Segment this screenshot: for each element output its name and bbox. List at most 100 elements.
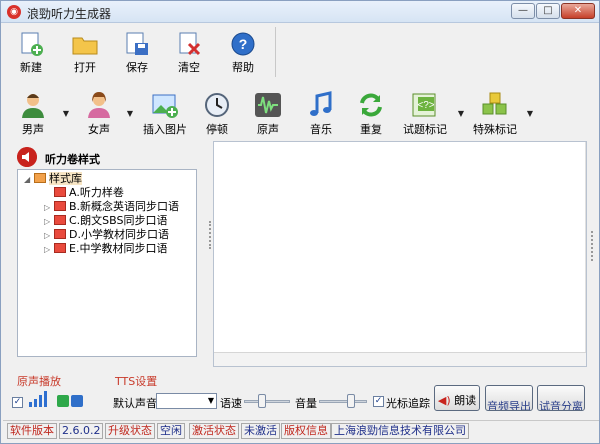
insert-image-button[interactable]: 插入图片 [143, 89, 187, 137]
new-button[interactable]: 新建 [7, 27, 55, 79]
help-icon: ? [231, 32, 255, 56]
repeat-button[interactable]: 重复 [355, 89, 387, 137]
new-label: 新建 [20, 61, 42, 74]
book-icon [54, 187, 66, 197]
book-icon [54, 243, 66, 253]
play-icon[interactable] [57, 395, 69, 407]
male-voice-button[interactable]: 男声 [15, 89, 51, 137]
special-mark-button[interactable]: 特殊标记 [473, 89, 517, 137]
version-label: 软件版本 [7, 423, 57, 439]
app-logo-icon: ◉ [7, 5, 21, 19]
volume-slider-thumb[interactable] [347, 394, 355, 408]
expand-arrow-icon[interactable]: ▷ [44, 229, 52, 243]
cubes-icon [482, 92, 507, 115]
music-note-icon [310, 91, 332, 116]
male-user-icon [22, 94, 44, 118]
original-play-label: 原声播放 [17, 375, 61, 388]
right-splitter-grip[interactable] [591, 231, 593, 261]
style-tree[interactable]: ◢ 样式库 A.听力样卷 ▷ B.新概念英语同步口语 ▷ C.朗文SBS同步口语 ▷ D… [17, 169, 197, 357]
collapse-arrow-icon[interactable]: ◢ [24, 173, 32, 187]
speed-label: 语速 [220, 397, 242, 410]
stop-icon[interactable] [71, 395, 83, 407]
folder-open-icon [72, 37, 98, 55]
female-voice-button[interactable]: 女声 [81, 89, 117, 137]
question-tag-icon: <?> [412, 93, 436, 117]
export-audio-button[interactable]: 音频导出 [485, 385, 533, 411]
male-voice-label: 男声 [22, 123, 44, 136]
expand-arrow-icon[interactable]: ▷ [44, 243, 52, 257]
upgrade-status-label: 升级状态 [105, 423, 155, 439]
cursor-track-label: 光标追踪 [386, 397, 430, 410]
volume-bars-icon [29, 391, 49, 407]
default-voice-select[interactable]: ▼ [156, 393, 217, 409]
default-voice-label: 默认声音 [113, 397, 157, 410]
svg-text:<?>: <?> [417, 100, 434, 111]
panel-splitter[interactable] [208, 141, 212, 369]
expand-arrow-icon[interactable]: ▷ [44, 215, 52, 229]
style-panel-header: 听力卷样式 [15, 147, 205, 169]
horizontal-scrollbar[interactable] [214, 352, 586, 366]
pause-label: 停顿 [206, 123, 228, 136]
original-sound-label: 原声 [257, 123, 279, 136]
female-voice-dropdown-icon[interactable]: ▼ [125, 109, 135, 119]
music-label: 音乐 [310, 123, 332, 136]
female-user-icon [88, 92, 110, 118]
version-value: 2.6.0.2 [59, 423, 104, 439]
speed-slider-thumb[interactable] [258, 394, 266, 408]
speaker-icon: ◀) [437, 394, 451, 407]
music-button[interactable]: 音乐 [305, 89, 337, 137]
tree-item[interactable]: ▷ B.新概念英语同步口语 [44, 200, 179, 214]
tree-item-label: C.朗文SBS同步口语 [69, 214, 168, 227]
original-play-checkbox[interactable]: ✓ [12, 397, 23, 408]
book-icon [54, 215, 66, 225]
male-voice-dropdown-icon[interactable]: ▼ [61, 109, 71, 119]
repeat-icon [360, 93, 382, 117]
copyright-label: 版权信息 [281, 423, 331, 439]
original-sound-button[interactable]: 原声 [251, 89, 285, 137]
question-mark-dropdown-icon[interactable]: ▼ [456, 109, 466, 119]
tree-item[interactable]: ▷ E.中学教材同步口语 [44, 242, 167, 256]
image-icon [152, 94, 178, 118]
tree-root[interactable]: ◢ 样式库 [24, 172, 82, 186]
save-button[interactable]: 保存 [113, 27, 161, 79]
tree-item-label: A.听力样卷 [69, 186, 124, 199]
tree-item-label: D.小学教材同步口语 [69, 228, 169, 241]
clear-button[interactable]: 清空 [165, 27, 213, 79]
special-mark-label: 特殊标记 [473, 123, 517, 136]
close-button[interactable]: ✕ [561, 3, 595, 19]
read-aloud-button[interactable]: ◀) 朗读 [434, 385, 480, 411]
svg-text:?: ? [239, 36, 248, 52]
toolbar-divider [275, 27, 276, 77]
tree-root-label: 样式库 [49, 172, 82, 185]
new-document-icon [21, 32, 43, 56]
expand-arrow-icon[interactable]: ▷ [44, 201, 52, 215]
activation-status-label: 激活状态 [189, 423, 239, 439]
help-label: 帮助 [232, 61, 254, 74]
open-button[interactable]: 打开 [61, 27, 109, 79]
tree-item[interactable]: A.听力样卷 [44, 186, 124, 200]
speed-slider[interactable] [244, 394, 290, 408]
question-mark-button[interactable]: <?> 试题标记 [403, 89, 447, 137]
insert-image-label: 插入图片 [143, 123, 187, 136]
help-button[interactable]: ? 帮助 [219, 27, 267, 79]
pause-button[interactable]: 停顿 [201, 89, 233, 137]
editor-area[interactable] [213, 141, 587, 367]
repeat-label: 重复 [360, 123, 382, 136]
minimize-button[interactable]: — [511, 3, 535, 19]
question-mark-label: 试题标记 [403, 123, 447, 136]
maximize-button[interactable]: □ [536, 3, 560, 19]
tree-item-label: B.新概念英语同步口语 [69, 200, 180, 213]
save-label: 保存 [126, 61, 148, 74]
cursor-track-checkbox[interactable]: ✓ [373, 396, 384, 407]
book-icon [54, 229, 66, 239]
special-mark-dropdown-icon[interactable]: ▼ [525, 109, 535, 119]
open-label: 打开 [74, 61, 96, 74]
tree-item[interactable]: ▷ C.朗文SBS同步口语 [44, 214, 168, 228]
style-panel-title: 听力卷样式 [45, 153, 100, 166]
main-toolbar: 新建 打开 保存 清空 ? 帮助 [7, 27, 275, 79]
tree-item[interactable]: ▷ D.小学教材同步口语 [44, 228, 169, 242]
volume-slider[interactable] [319, 394, 367, 408]
female-voice-label: 女声 [88, 123, 110, 136]
test-split-button[interactable]: 试音分离 [537, 385, 585, 411]
upgrade-status-value: 空闲 [157, 423, 185, 439]
